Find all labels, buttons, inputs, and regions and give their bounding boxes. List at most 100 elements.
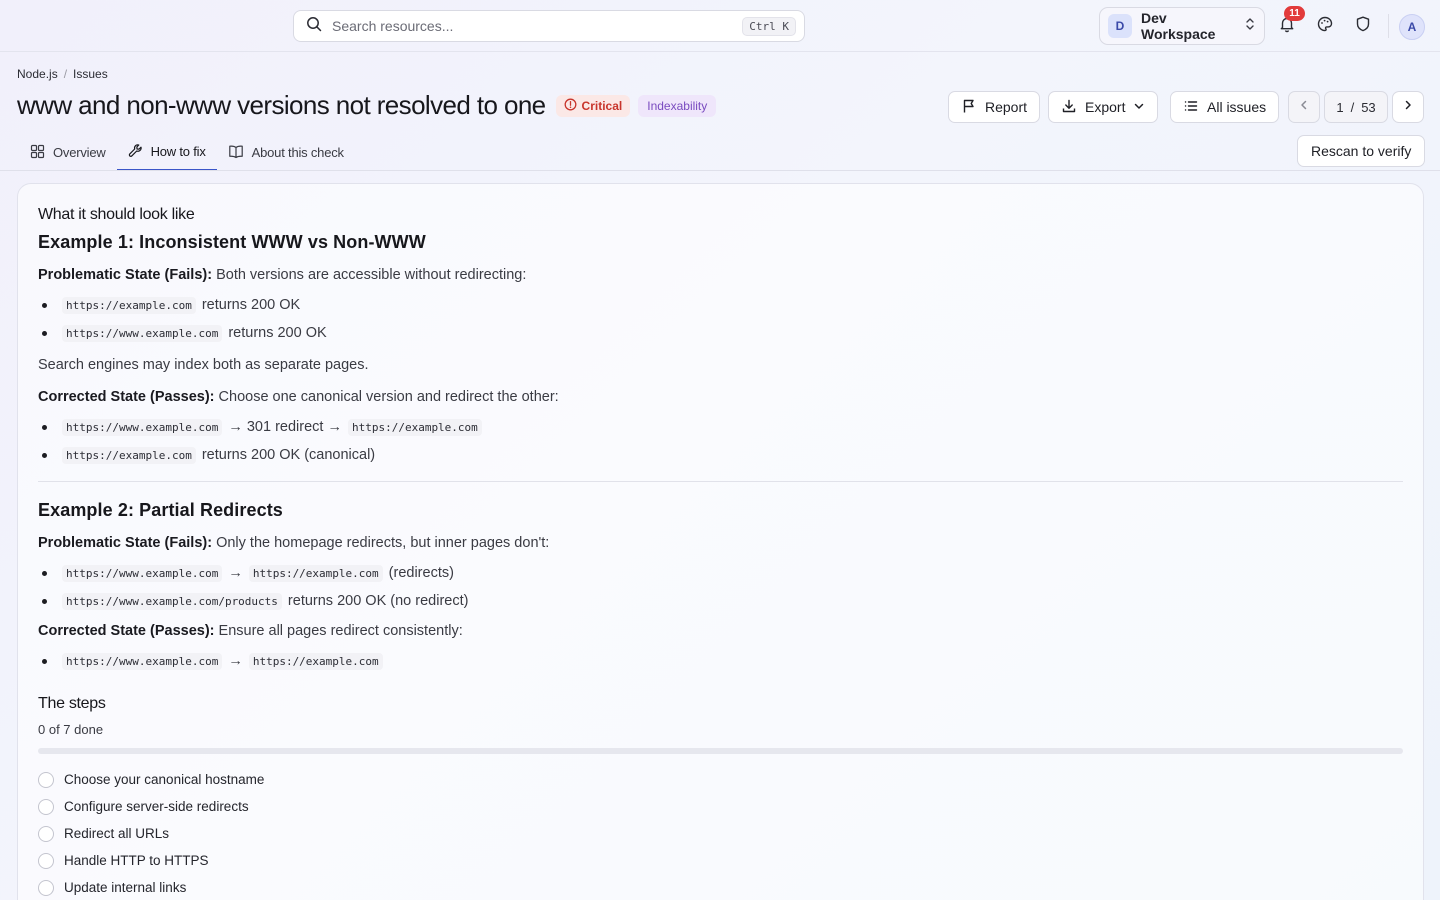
example-2-problem: Problematic State (Fails): Only the home… — [38, 533, 1403, 553]
checklist-item[interactable]: Redirect all URLs — [38, 820, 1403, 847]
chevron-left-icon — [1298, 98, 1310, 116]
example-2-problem-list: https://www.example.com → https://exampl… — [38, 559, 1403, 615]
report-button[interactable]: Report — [948, 91, 1041, 123]
top-bar: Search resources... Ctrl K D Dev Workspa… — [0, 0, 1440, 52]
steps-progress-bar — [38, 748, 1403, 754]
theme-button[interactable] — [1311, 12, 1339, 40]
tab-about-check[interactable]: About this check — [217, 134, 355, 171]
problem-label: Problematic State (Fails): — [38, 267, 213, 283]
issue-header: www and non-www versions not resolved to… — [17, 90, 717, 121]
book-icon — [228, 144, 244, 162]
steps-progress-text: 0 of 7 done — [38, 722, 104, 737]
breadcrumb-project[interactable]: Node.js — [17, 67, 58, 81]
checklist-item-label: Handle HTTP to HTTPS — [64, 853, 209, 868]
breadcrumb-issues[interactable]: Issues — [73, 67, 108, 81]
fix-label: Corrected State (Passes): — [38, 389, 215, 405]
breadcrumb: Node.js / Issues — [17, 67, 108, 81]
list-item-text: → 301 redirect → — [228, 419, 342, 435]
content-card: What it should look like Example 1: Inco… — [17, 183, 1424, 900]
severity-badge: Critical — [555, 94, 631, 117]
next-issue-button[interactable] — [1392, 91, 1424, 123]
checkbox[interactable] — [38, 798, 54, 815]
list-item-text: returns 200 OK (canonical) — [201, 447, 376, 463]
example-1-title: Example 1: Inconsistent WWW vs Non-WWW — [38, 232, 426, 252]
checklist-item-label: Redirect all URLs — [64, 826, 170, 841]
palette-icon — [1316, 15, 1334, 38]
list-icon — [1183, 98, 1199, 117]
fix-label: Corrected State (Passes): — [38, 623, 215, 639]
checklist-item[interactable]: Update internal links — [38, 874, 1403, 900]
list-item-text: (redirects) — [388, 565, 454, 581]
list-item: https://www.example.com → https://exampl… — [38, 647, 1403, 675]
workspace-switcher[interactable]: D Dev Workspace — [1099, 7, 1265, 45]
tab-bar: Overview How to fix About this check — [19, 134, 355, 171]
arrow-text: → — [228, 653, 243, 669]
problem-label: Problematic State (Fails): — [38, 535, 213, 551]
steps-checklist: Choose your canonical hostname Configure… — [38, 766, 1403, 900]
list-item-text: returns 200 OK (no redirect) — [287, 593, 469, 609]
section-divider — [38, 481, 1403, 482]
checklist-item[interactable]: Handle HTTP to HTTPS — [38, 847, 1403, 874]
example-1-problem-list: https://example.com returns 200 OK https… — [38, 291, 1403, 347]
severity-label: Critical — [581, 98, 623, 113]
fix-text: Ensure all pages redirect consistently: — [218, 623, 463, 639]
alert-circle-icon — [564, 98, 577, 114]
chevron-down-icon — [1133, 99, 1145, 115]
url-code: https://example.com — [62, 446, 196, 464]
workspace-name: Dev Workspace — [1141, 10, 1216, 42]
flag-icon — [961, 98, 977, 117]
problem-text: Both versions are accessible without red… — [216, 267, 527, 283]
url-code: https://example.com — [347, 418, 482, 436]
example-2-fix-list: https://www.example.com → https://exampl… — [38, 647, 1403, 675]
arrow-text: → — [228, 565, 243, 581]
checkbox[interactable] — [38, 879, 54, 896]
example-1-problem: Problematic State (Fails): Both versions… — [38, 265, 1403, 285]
list-item: https://www.example.com → https://exampl… — [38, 559, 1403, 587]
search-icon — [306, 16, 322, 37]
all-issues-label: All issues — [1207, 99, 1267, 115]
topbar-divider — [1388, 14, 1389, 38]
url-code: https://www.example.com/products — [62, 592, 282, 610]
pager-count: 1 / 53 — [1324, 91, 1388, 123]
checklist-item[interactable]: Configure server-side redirects — [38, 793, 1403, 820]
pager-total: 53 — [1361, 99, 1376, 115]
download-icon — [1061, 98, 1077, 117]
tab-overview[interactable]: Overview — [19, 134, 117, 171]
checkbox[interactable] — [38, 771, 54, 788]
search-input[interactable]: Search resources... Ctrl K — [293, 10, 805, 42]
list-item-text: returns 200 OK — [201, 297, 301, 313]
search-placeholder: Search resources... — [332, 18, 454, 34]
checklist-item-label: Choose your canonical hostname — [64, 772, 265, 787]
url-code: https://www.example.com — [62, 564, 223, 582]
rescan-button[interactable]: Rescan to verify — [1297, 135, 1426, 167]
notifications-button[interactable]: 11 — [1273, 6, 1305, 40]
tab-how-to-fix-label: How to fix — [150, 144, 206, 159]
example-2-fix: Corrected State (Passes): Ensure all pag… — [38, 621, 1403, 641]
checkbox[interactable] — [38, 825, 54, 842]
page-title: www and non-www versions not resolved to… — [17, 90, 546, 120]
previous-issue-button[interactable] — [1288, 91, 1320, 123]
all-issues-button[interactable]: All issues — [1170, 91, 1280, 123]
url-code: https://www.example.com — [62, 652, 223, 670]
checklist-item[interactable]: Choose your canonical hostname — [38, 766, 1403, 793]
checkbox[interactable] — [38, 852, 54, 869]
export-button[interactable]: Export — [1048, 91, 1159, 123]
user-avatar[interactable]: A — [1399, 14, 1425, 40]
report-label: Report — [985, 99, 1028, 115]
url-code: https://example.com — [62, 296, 196, 314]
grid-icon — [30, 144, 45, 162]
fix-text: Choose one canonical version and redirec… — [218, 389, 559, 405]
checklist-item-label: Update internal links — [64, 880, 187, 895]
pager-current: 1 — [1336, 99, 1344, 115]
tab-how-to-fix[interactable]: How to fix — [116, 134, 217, 171]
category-badge: Indexability — [638, 94, 717, 117]
security-button[interactable] — [1349, 12, 1377, 40]
chevron-up-down-icon — [1244, 16, 1256, 37]
list-item: https://www.example.com/products returns… — [38, 587, 1403, 615]
notification-count-badge: 11 — [1284, 6, 1305, 21]
list-item: https://example.com returns 200 OK (cano… — [38, 441, 1403, 469]
checklist-item-label: Configure server-side redirects — [64, 799, 249, 814]
example-1-fix: Corrected State (Passes): Choose one can… — [38, 387, 1403, 407]
list-item-text: returns 200 OK — [228, 325, 327, 341]
list-item: https://example.com returns 200 OK — [38, 291, 1403, 319]
